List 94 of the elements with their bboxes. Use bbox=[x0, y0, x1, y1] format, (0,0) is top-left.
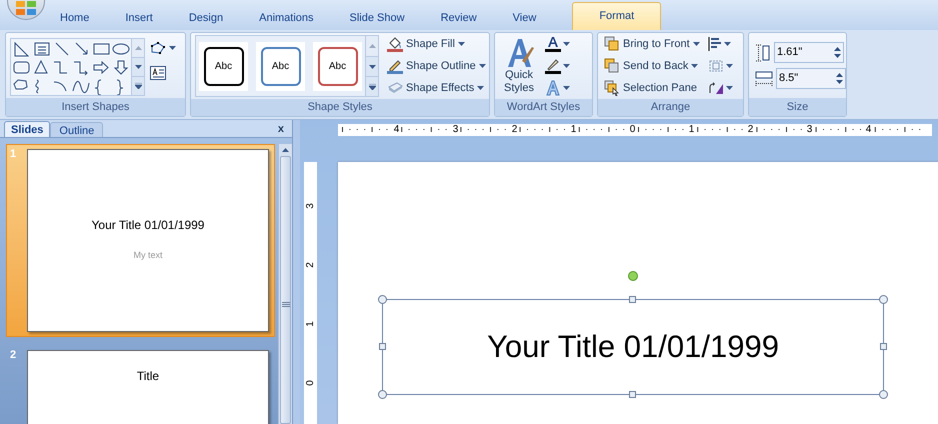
resize-handle[interactable] bbox=[879, 295, 888, 304]
ruler-label: 2 bbox=[306, 262, 316, 268]
ribbon-command[interactable]: Selection Pane bbox=[602, 77, 702, 99]
grip-icon bbox=[282, 302, 290, 308]
edit-points-icon bbox=[150, 42, 168, 54]
send-to-back-icon bbox=[604, 58, 620, 74]
edit-shape-button[interactable] bbox=[150, 42, 176, 54]
scrollbar-thumb[interactable] bbox=[280, 156, 291, 424]
ruler-label: 3 bbox=[306, 202, 316, 208]
spinner-arrows-icon bbox=[834, 46, 841, 59]
size-field[interactable]: 1.61" bbox=[774, 42, 844, 63]
resize-handle[interactable] bbox=[879, 390, 888, 399]
group-label: Shape Styles bbox=[308, 100, 372, 116]
gallery-more-button[interactable] bbox=[132, 76, 144, 94]
ribbon-command[interactable]: Shape Outline bbox=[385, 55, 488, 77]
rotation-handle[interactable] bbox=[628, 271, 638, 281]
slide-title: Your Title 01/01/1999 bbox=[92, 217, 204, 234]
shape-width-icon bbox=[755, 70, 773, 86]
scrollbar[interactable] bbox=[278, 144, 292, 424]
shape-style-swatch[interactable]: Abc bbox=[313, 42, 362, 90]
gallery-scroll-down[interactable] bbox=[132, 56, 144, 76]
resize-handle[interactable] bbox=[378, 295, 387, 304]
caret-icon bbox=[724, 42, 731, 46]
text-outline-icon bbox=[545, 58, 561, 74]
slide-title: Your Title 01/01/1999 bbox=[487, 328, 779, 366]
resize-handle[interactable] bbox=[629, 391, 636, 398]
ruler-label: 0 bbox=[306, 380, 316, 386]
spinner-arrows-icon bbox=[836, 72, 843, 85]
slide-thumbnail[interactable]: 1 Your Title 01/01/1999 My text bbox=[6, 144, 275, 337]
caret-icon bbox=[563, 64, 570, 68]
caret-icon bbox=[169, 46, 176, 50]
selection-pane-icon bbox=[604, 80, 620, 96]
align-icon bbox=[708, 37, 722, 51]
ribbon-tab[interactable]: Insert bbox=[111, 6, 167, 30]
slide-number: 2 bbox=[9, 348, 18, 363]
up-arrow-icon bbox=[368, 44, 376, 48]
ribbon-command[interactable]: Shape Fill bbox=[385, 33, 488, 55]
slide-title: Title bbox=[136, 368, 160, 385]
resize-handle[interactable] bbox=[629, 296, 636, 303]
shape-style-swatch[interactable]: Abc bbox=[256, 42, 305, 90]
ribbon-tab[interactable]: View bbox=[498, 6, 550, 30]
caret-icon bbox=[726, 64, 733, 68]
bring-to-front-icon bbox=[604, 36, 620, 52]
rotate-icon bbox=[708, 81, 724, 95]
caret-icon bbox=[478, 64, 486, 68]
gallery-more-button[interactable] bbox=[366, 76, 378, 96]
slide-subtitle: My text bbox=[133, 249, 162, 262]
ruler-label: 1 bbox=[306, 320, 316, 326]
ribbon-command[interactable]: Bring to Front bbox=[602, 33, 702, 55]
close-pane-button[interactable]: x bbox=[278, 124, 284, 135]
ribbon-tab[interactable]: Design bbox=[174, 6, 238, 30]
up-arrow-icon bbox=[134, 46, 142, 50]
ribbon-command[interactable]: Shape Effects bbox=[385, 77, 488, 99]
group-label: Arrange bbox=[650, 100, 690, 116]
more-icon bbox=[134, 82, 142, 88]
office-logo-icon bbox=[15, 1, 37, 15]
ribbon-tab[interactable]: Review bbox=[426, 6, 491, 30]
ribbon-command[interactable]: Send to Back bbox=[602, 55, 702, 77]
caret-icon bbox=[692, 42, 700, 46]
more-icon bbox=[368, 84, 376, 90]
pane-tab[interactable]: Outline bbox=[50, 122, 104, 137]
group-label: Size bbox=[786, 100, 808, 115]
caret-icon bbox=[726, 86, 733, 90]
glowing-letter-icon bbox=[545, 80, 561, 96]
shape-height-icon bbox=[755, 44, 771, 62]
down-arrow-icon bbox=[134, 64, 142, 68]
down-arrow-icon bbox=[368, 64, 376, 68]
ribbon-tab[interactable]: Slide Show bbox=[336, 6, 419, 30]
text-box-icon bbox=[150, 66, 166, 80]
resize-handle[interactable] bbox=[378, 390, 387, 399]
group-icon bbox=[708, 59, 724, 73]
size-field[interactable]: 8.5" bbox=[776, 68, 846, 89]
shape-style-swatch[interactable]: Abc bbox=[199, 42, 248, 90]
group-label: WordArt Styles bbox=[506, 100, 580, 116]
paint-bucket-icon bbox=[387, 36, 403, 52]
text-fill-icon bbox=[545, 36, 561, 52]
ribbon-tab[interactable]: Animations bbox=[245, 6, 328, 30]
quick-styles-button[interactable]: Quick Styles bbox=[499, 37, 539, 95]
caret-icon bbox=[563, 86, 570, 90]
resize-handle[interactable] bbox=[880, 343, 887, 350]
caret-icon bbox=[458, 42, 465, 46]
ribbon-tab[interactable]: Format bbox=[572, 2, 662, 30]
caret-icon bbox=[477, 86, 484, 90]
slide-number: 1 bbox=[9, 147, 18, 162]
ribbon-tab[interactable]: Home bbox=[46, 6, 104, 30]
shape-effects-icon bbox=[387, 81, 403, 95]
pencil-icon bbox=[387, 58, 403, 74]
slide-thumbnail[interactable]: 2 Title bbox=[6, 345, 275, 424]
caret-icon bbox=[563, 42, 570, 46]
group-label: Insert Shapes bbox=[62, 100, 130, 115]
gallery-scroll-down[interactable] bbox=[366, 56, 378, 76]
caret-icon bbox=[691, 64, 698, 68]
resize-handle[interactable] bbox=[379, 343, 386, 350]
pane-tab[interactable]: Slides bbox=[4, 121, 50, 137]
